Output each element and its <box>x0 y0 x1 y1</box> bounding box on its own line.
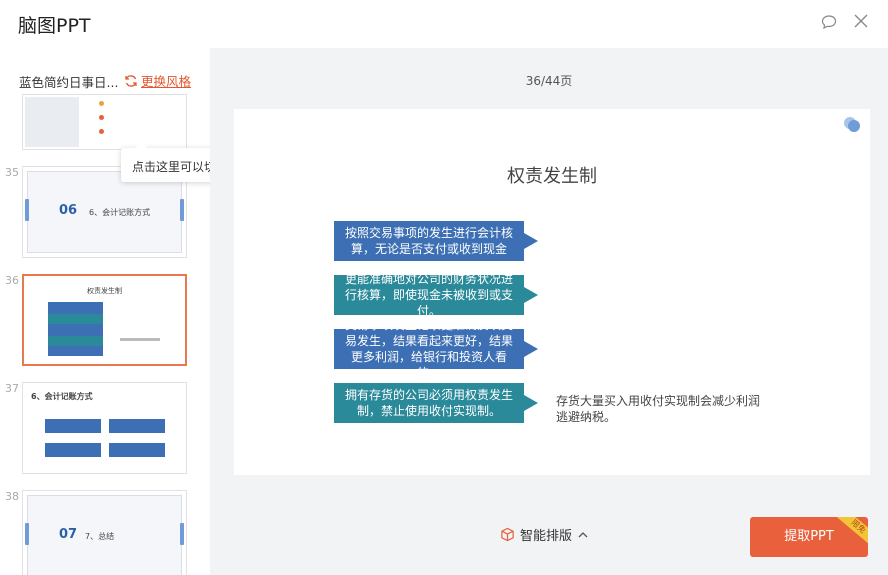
main-preview: 36/44页 权责发生制 按照交易事项的发生进行会计核算，无论是否支付或收到现金… <box>210 48 888 575</box>
slide-rows: 按照交易事项的发生进行会计核算，无论是否支付或收到现金 更能准确地对公司的财务状… <box>334 221 538 437</box>
thumb-number: 36 <box>5 274 19 287</box>
style-tooltip: 点击这里可以切换不同风格 ✕ <box>121 142 210 182</box>
thumb-note-line <box>120 338 160 341</box>
slide-row: 交易事项发生记录更准确反映交易发生，结果看起来更好，结果更多利润，给银行和投资人… <box>334 318 538 380</box>
close-icon[interactable] <box>852 14 870 32</box>
thumb-bar-left <box>25 523 29 545</box>
thumb-box <box>45 419 101 433</box>
thumb-content-stripe <box>48 336 103 346</box>
slide-thumbnail-34[interactable] <box>22 94 187 150</box>
header: 脑图PPT <box>0 0 888 48</box>
thumb-dot <box>99 115 104 120</box>
thumb-number: 35 <box>5 166 19 179</box>
cube-icon <box>501 527 514 542</box>
thumb-title: 权责发生制 <box>87 287 122 295</box>
thumb-bar-left <box>25 199 29 221</box>
thumb-title: 6、会计记账方式 <box>31 392 93 401</box>
page-indicator: 36/44页 <box>525 74 573 88</box>
change-style-label: 更换风格 <box>141 74 192 89</box>
slide-row: 更能准确地对公司的财务状况进行核算，即使现金未被收到或支付。 <box>334 272 538 318</box>
thumb-bar-right <box>180 199 184 221</box>
thumb-number: 38 <box>5 490 19 503</box>
decorative-circles-icon <box>844 117 860 132</box>
thumb-content-stripe <box>48 314 103 324</box>
slide-row: 按照交易事项的发生进行会计核算，无论是否支付或收到现金 <box>334 221 538 261</box>
cta-label: 提取PPT <box>784 529 834 544</box>
refresh-icon <box>125 74 137 87</box>
slide-side-note: 存货大量买入用收付实现制会减少利润逃避纳税。 <box>556 394 761 424</box>
change-style-link[interactable]: 更换风格 <box>124 71 191 90</box>
chevron-up-icon <box>578 531 588 537</box>
thumb-box <box>109 419 165 433</box>
extract-ppt-button[interactable]: 提取PPT 限免 <box>750 517 868 557</box>
thumb-subtitle: 6、会计记账方式 <box>89 208 151 217</box>
thumb-box <box>109 443 165 457</box>
thumb-section-number: 06 <box>59 203 78 218</box>
smart-layout-label: 智能排版 <box>520 529 573 544</box>
slide-thumbnail-37[interactable]: 6、会计记账方式 <box>22 382 187 474</box>
slide-thumbnail-36[interactable]: 权责发生制 <box>22 274 187 366</box>
thumb-subtitle: 7、总结 <box>85 532 115 541</box>
thumb-section-number: 07 <box>59 527 78 542</box>
slide-title: 权责发生制 <box>507 166 597 187</box>
sidebar: 蓝色简约日事日... 更换风格 35 06 6、会计记账方式 36 权责发生制 … <box>0 48 210 575</box>
thumb-box <box>45 443 101 457</box>
thumb-bar-right <box>180 523 184 545</box>
thumb-content-block <box>48 302 103 356</box>
app-title: 脑图PPT <box>18 15 91 37</box>
slide-thumbnail-38[interactable]: 07 7、总结 <box>22 490 187 575</box>
thumb-dot <box>99 101 104 106</box>
slide-preview: 权责发生制 按照交易事项的发生进行会计核算，无论是否支付或收到现金 更能准确地对… <box>234 109 870 475</box>
thumb-dot <box>99 129 104 134</box>
deck-name: 蓝色简约日事日... <box>19 75 119 90</box>
comment-icon[interactable] <box>820 14 838 32</box>
thumb-number: 37 <box>5 382 19 395</box>
slide-row: 拥有存货的公司必须用权责发生制，禁止使用收付实现制。 <box>334 383 538 423</box>
free-badge: 限免 <box>834 517 868 549</box>
tooltip-text: 点击这里可以切换不同风格 <box>132 160 210 174</box>
smart-layout-toggle[interactable]: 智能排版 <box>500 525 589 544</box>
thumb-image-placeholder <box>25 97 79 147</box>
